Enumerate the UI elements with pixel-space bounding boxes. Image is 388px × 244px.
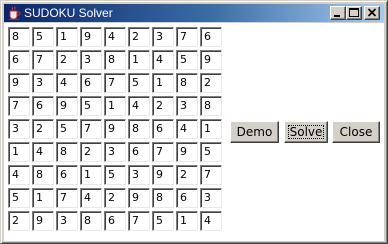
sudoku-cell[interactable]: 5 <box>200 142 222 162</box>
sudoku-cell[interactable]: 1 <box>104 96 126 116</box>
sudoku-cell[interactable]: 5 <box>56 119 78 139</box>
sudoku-cell[interactable]: 8 <box>80 211 102 231</box>
sudoku-cell[interactable]: 9 <box>152 165 174 185</box>
sudoku-cell[interactable]: 9 <box>32 211 54 231</box>
sudoku-cell[interactable]: 6 <box>176 188 198 208</box>
sudoku-cell[interactable]: 2 <box>200 73 222 93</box>
sudoku-cell[interactable]: 9 <box>104 119 126 139</box>
sudoku-cell[interactable]: 3 <box>128 165 150 185</box>
sudoku-cell[interactable]: 6 <box>80 73 102 93</box>
sudoku-cell[interactable]: 1 <box>176 211 198 231</box>
sudoku-cell[interactable]: 7 <box>56 188 78 208</box>
sudoku-cell[interactable]: 3 <box>176 96 198 116</box>
sudoku-cell[interactable]: 2 <box>128 27 150 47</box>
sudoku-cell[interactable]: 8 <box>56 142 78 162</box>
client-area: 8519423766723814599346751827695142383257… <box>4 23 384 241</box>
sudoku-cell[interactable]: 1 <box>8 142 30 162</box>
maximize-button[interactable] <box>346 6 362 20</box>
sudoku-cell[interactable]: 5 <box>152 211 174 231</box>
close-icon <box>367 8 377 17</box>
app-window: SUDOKU Solver 85194237667238145993467518… <box>0 0 388 244</box>
sudoku-cell[interactable]: 5 <box>80 96 102 116</box>
sudoku-cell[interactable]: 5 <box>32 27 54 47</box>
sudoku-cell[interactable]: 2 <box>8 211 30 231</box>
sudoku-cell[interactable]: 3 <box>200 188 222 208</box>
sudoku-cell[interactable]: 3 <box>80 50 102 70</box>
sudoku-cell[interactable]: 4 <box>152 50 174 70</box>
sudoku-cell[interactable]: 2 <box>152 96 174 116</box>
sudoku-cell[interactable]: 1 <box>32 188 54 208</box>
sudoku-cell[interactable]: 5 <box>128 73 150 93</box>
window-title: SUDOKU Solver <box>24 6 113 20</box>
sudoku-cell[interactable]: 1 <box>152 73 174 93</box>
sudoku-cell[interactable]: 9 <box>56 96 78 116</box>
demo-button[interactable]: Demo <box>230 121 279 143</box>
sudoku-cell[interactable]: 5 <box>8 188 30 208</box>
sudoku-cell[interactable]: 5 <box>104 165 126 185</box>
sudoku-cell[interactable]: 1 <box>56 27 78 47</box>
sudoku-cell[interactable]: 2 <box>56 50 78 70</box>
sudoku-cell[interactable]: 4 <box>8 165 30 185</box>
sudoku-cell[interactable]: 4 <box>176 119 198 139</box>
sudoku-cell[interactable]: 8 <box>128 119 150 139</box>
sudoku-grid: 8519423766723814599346751827695142383257… <box>8 27 224 234</box>
sudoku-cell[interactable]: 4 <box>128 96 150 116</box>
sudoku-cell[interactable]: 3 <box>152 27 174 47</box>
sudoku-cell[interactable]: 8 <box>176 73 198 93</box>
sudoku-cell[interactable]: 3 <box>8 119 30 139</box>
sudoku-cell[interactable]: 8 <box>104 50 126 70</box>
sudoku-cell[interactable]: 9 <box>128 188 150 208</box>
sudoku-cell[interactable]: 4 <box>56 73 78 93</box>
solve-button[interactable]: Solve <box>284 121 328 143</box>
sudoku-cell[interactable]: 4 <box>200 211 222 231</box>
sudoku-cell[interactable]: 4 <box>32 142 54 162</box>
sudoku-cell[interactable]: 8 <box>8 27 30 47</box>
sudoku-cell[interactable]: 7 <box>152 142 174 162</box>
maximize-icon <box>349 8 359 17</box>
minimize-button[interactable] <box>330 6 346 20</box>
sudoku-cell[interactable]: 9 <box>200 50 222 70</box>
sudoku-cell[interactable]: 2 <box>176 165 198 185</box>
sudoku-cell[interactable]: 8 <box>32 165 54 185</box>
title-bar[interactable]: SUDOKU Solver <box>4 4 384 22</box>
sudoku-cell[interactable]: 7 <box>128 211 150 231</box>
sudoku-cell[interactable]: 3 <box>104 142 126 162</box>
sudoku-cell[interactable]: 9 <box>80 27 102 47</box>
sudoku-cell[interactable]: 2 <box>32 119 54 139</box>
sudoku-cell[interactable]: 1 <box>200 119 222 139</box>
sudoku-cell[interactable]: 7 <box>32 50 54 70</box>
sudoku-cell[interactable]: 6 <box>200 27 222 47</box>
sudoku-cell[interactable]: 1 <box>128 50 150 70</box>
sudoku-cell[interactable]: 3 <box>32 73 54 93</box>
sudoku-cell[interactable]: 9 <box>8 73 30 93</box>
sudoku-cell[interactable]: 2 <box>104 188 126 208</box>
sudoku-cell[interactable]: 1 <box>80 165 102 185</box>
sudoku-cell[interactable]: 7 <box>200 165 222 185</box>
sudoku-cell[interactable]: 7 <box>8 96 30 116</box>
sudoku-cell[interactable]: 7 <box>104 73 126 93</box>
sudoku-cell[interactable]: 3 <box>56 211 78 231</box>
focus-rectangle <box>288 125 324 139</box>
close-button[interactable]: Close <box>332 121 380 143</box>
sudoku-cell[interactable]: 6 <box>32 96 54 116</box>
sudoku-cell[interactable]: 5 <box>176 50 198 70</box>
sudoku-cell[interactable]: 2 <box>80 142 102 162</box>
sudoku-cell[interactable]: 6 <box>56 165 78 185</box>
sudoku-cell[interactable]: 8 <box>200 96 222 116</box>
sudoku-cell[interactable]: 6 <box>104 211 126 231</box>
sudoku-cell[interactable]: 9 <box>176 142 198 162</box>
sudoku-cell[interactable]: 6 <box>152 119 174 139</box>
sudoku-cell[interactable]: 6 <box>8 50 30 70</box>
sudoku-cell[interactable]: 7 <box>176 27 198 47</box>
sudoku-cell[interactable]: 4 <box>80 188 102 208</box>
sudoku-cell[interactable]: 4 <box>104 27 126 47</box>
minimize-icon <box>334 15 340 17</box>
sudoku-cell[interactable]: 6 <box>128 142 150 162</box>
java-coffee-cup-icon <box>6 5 22 21</box>
close-window-button[interactable] <box>364 6 380 20</box>
sudoku-cell[interactable]: 8 <box>152 188 174 208</box>
sudoku-cell[interactable]: 7 <box>80 119 102 139</box>
